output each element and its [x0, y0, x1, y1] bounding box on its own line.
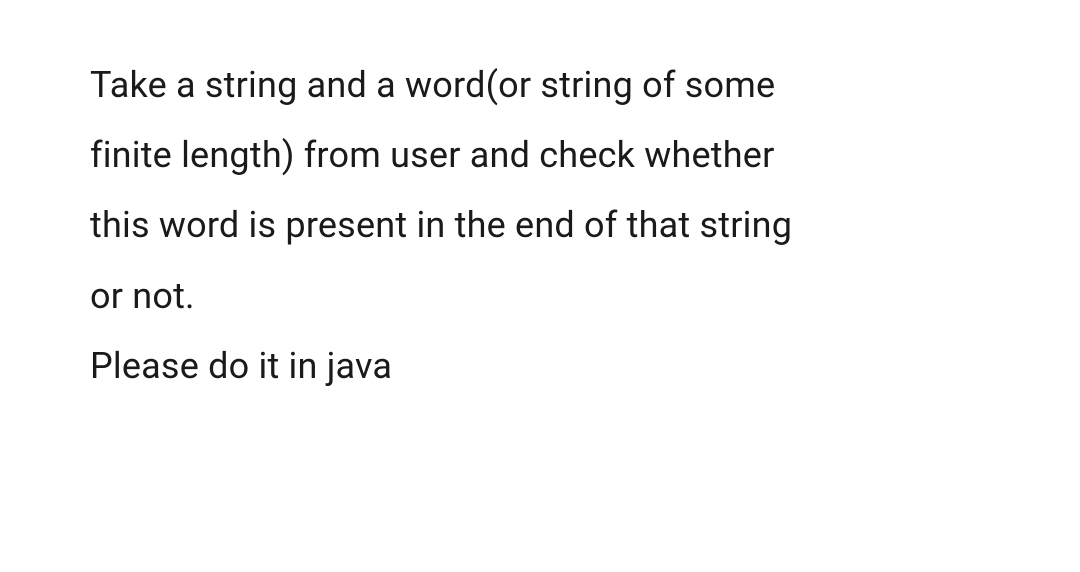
- line-3: this word is present in the end of that …: [90, 190, 1000, 260]
- question-text: Take a string and a word(or string of so…: [90, 50, 1000, 401]
- line-5: Please do it in java: [90, 331, 1000, 401]
- line-1: Take a string and a word(or string of so…: [90, 50, 1000, 120]
- line-2: finite length) from user and check wheth…: [90, 120, 1000, 190]
- line-4: or not.: [90, 261, 1000, 331]
